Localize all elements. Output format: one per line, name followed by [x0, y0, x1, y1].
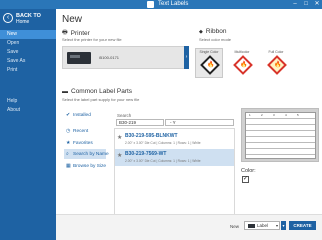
list-item[interactable]: ★ B30-219-7569-WT 2.00" x 3.00" Die Cut … [115, 149, 234, 166]
search-input[interactable]: B30-219 [116, 119, 164, 126]
ribbon-multicolor-option[interactable]: Multicolor 🔥 [228, 48, 256, 78]
close-icon[interactable]: ✕ [312, 0, 322, 9]
app-icon [147, 1, 154, 8]
new-type-select[interactable]: Label ▾ [244, 221, 280, 230]
color-label: Color: [241, 168, 256, 174]
clock-icon: ◷ [66, 128, 71, 134]
tab-label: Search by Name [73, 152, 109, 157]
part-name: B30-219-7569-WT [125, 151, 167, 157]
tab-search-by-name[interactable]: ⌕ Search by Name [64, 149, 109, 159]
star-icon[interactable]: ★ [117, 134, 122, 141]
printer-name: i5100-0171 [99, 55, 120, 60]
new-type-arrow-button[interactable]: ▾ [281, 221, 286, 230]
ribbon-title: Ribbon [205, 28, 227, 35]
color-checkbox[interactable]: ✓ [242, 176, 249, 183]
sidebar: ‹ BACK TO Home New Open Save Save As Pri… [0, 9, 56, 240]
star-icon: ★ [66, 140, 71, 146]
back-arrow-icon: ‹ [3, 13, 13, 23]
tab-favorites[interactable]: ★ Favorites [64, 138, 106, 148]
printer-title: Printer [70, 29, 90, 37]
tab-browse-by-size[interactable]: ▦ Browse by Size [64, 161, 106, 171]
ribbon-option-label: Full Color [268, 50, 284, 54]
label-roll-icon: ▬ [62, 88, 68, 95]
sidebar-item-new[interactable]: New [0, 30, 56, 39]
ribbon-option-label: Multicolor [234, 50, 250, 54]
ghs-flame-icon: 🔥 [267, 55, 287, 75]
ribbon-subtitle: Select color mode [199, 37, 232, 42]
search-label: Search [117, 113, 132, 118]
title-bar: Text Labels – □ ✕ [0, 0, 322, 9]
tab-installed[interactable]: ✔ Installed [64, 110, 106, 120]
check-icon: ✔ [66, 112, 71, 118]
ribbon-icon: ◆ [199, 28, 203, 35]
printer-subtitle: Select the printer for your new file [62, 37, 122, 42]
search-icon: ⌕ [66, 151, 69, 157]
list-item[interactable]: ★ B30-219-595-BLNKWT 2.00" x 3.00" Die C… [115, 131, 234, 148]
search-filter-dropdown[interactable]: - Y [165, 119, 234, 126]
sidebar-item-save-as[interactable]: Save As [0, 57, 56, 66]
tab-label: Browse by Size [73, 164, 107, 169]
part-meta: 2.00" x 3.00" Die Cut | Columns: 1 | Row… [125, 141, 201, 145]
back-sublabel: Home [16, 19, 30, 25]
maximize-icon[interactable]: □ [301, 0, 311, 9]
window-title: Text Labels [158, 1, 189, 7]
preview-sheet: 1 2 3 4 5 [245, 112, 316, 159]
back-button[interactable]: ‹ BACK TO Home [3, 12, 55, 28]
ribbon-heading: ◆ Ribbon [199, 28, 226, 35]
sidebar-item-save[interactable]: Save [0, 48, 56, 57]
minimize-icon[interactable]: – [290, 0, 300, 9]
parts-title: Common Label Parts [71, 88, 133, 95]
main-panel: New 🖶 Printer Select the printer for you… [56, 9, 322, 240]
chevron-down-icon: ▾ [275, 223, 278, 228]
preview-row [246, 149, 315, 155]
new-type-label: New [230, 224, 240, 229]
sidebar-item-open[interactable]: Open [0, 39, 56, 48]
grid-icon: ▦ [66, 163, 71, 169]
bottom-bar: New Label ▾ ▾ CREATE [56, 214, 322, 240]
tab-recent[interactable]: ◷ Recent [64, 126, 106, 136]
parts-subtitle: Select the label part supply for your ne… [62, 97, 140, 102]
part-meta: 2.00" x 3.00" Die Cut | Columns: 1 | Row… [125, 159, 201, 163]
tab-label: Recent [73, 129, 89, 134]
ghs-flame-icon: 🔥 [233, 55, 253, 75]
label-doc-icon [248, 224, 255, 228]
part-name: B30-219-595-BLNKWT [125, 133, 178, 139]
printer-selector[interactable]: i5100-0171 [62, 46, 186, 69]
new-type-value: Label [257, 223, 269, 228]
sidebar-item-help[interactable]: Help [0, 97, 56, 106]
sidebar-item-about[interactable]: About [0, 106, 56, 115]
sidebar-item-print[interactable]: Print [0, 66, 56, 75]
ribbon-option-label: Single Color [199, 50, 219, 54]
tab-label: Installed [73, 113, 91, 118]
parts-heading: ▬ Common Label Parts [62, 88, 132, 95]
page-title: New [62, 14, 83, 25]
tab-label: Favorites [73, 141, 93, 146]
ribbon-single-color-option[interactable]: Single Color 🔥 [195, 48, 223, 78]
star-icon[interactable]: ★ [117, 152, 122, 159]
create-button[interactable]: CREATE [289, 221, 316, 230]
ribbon-full-color-option[interactable]: Full Color 🔥 [262, 48, 290, 78]
printer-image [67, 52, 91, 64]
label-preview: 1 2 3 4 5 [241, 108, 319, 162]
printer-next-button[interactable]: › [184, 46, 189, 69]
ghs-flame-icon: 🔥 [200, 55, 220, 75]
results-list: ★ B30-219-595-BLNKWT 2.00" x 3.00" Die C… [114, 128, 235, 220]
